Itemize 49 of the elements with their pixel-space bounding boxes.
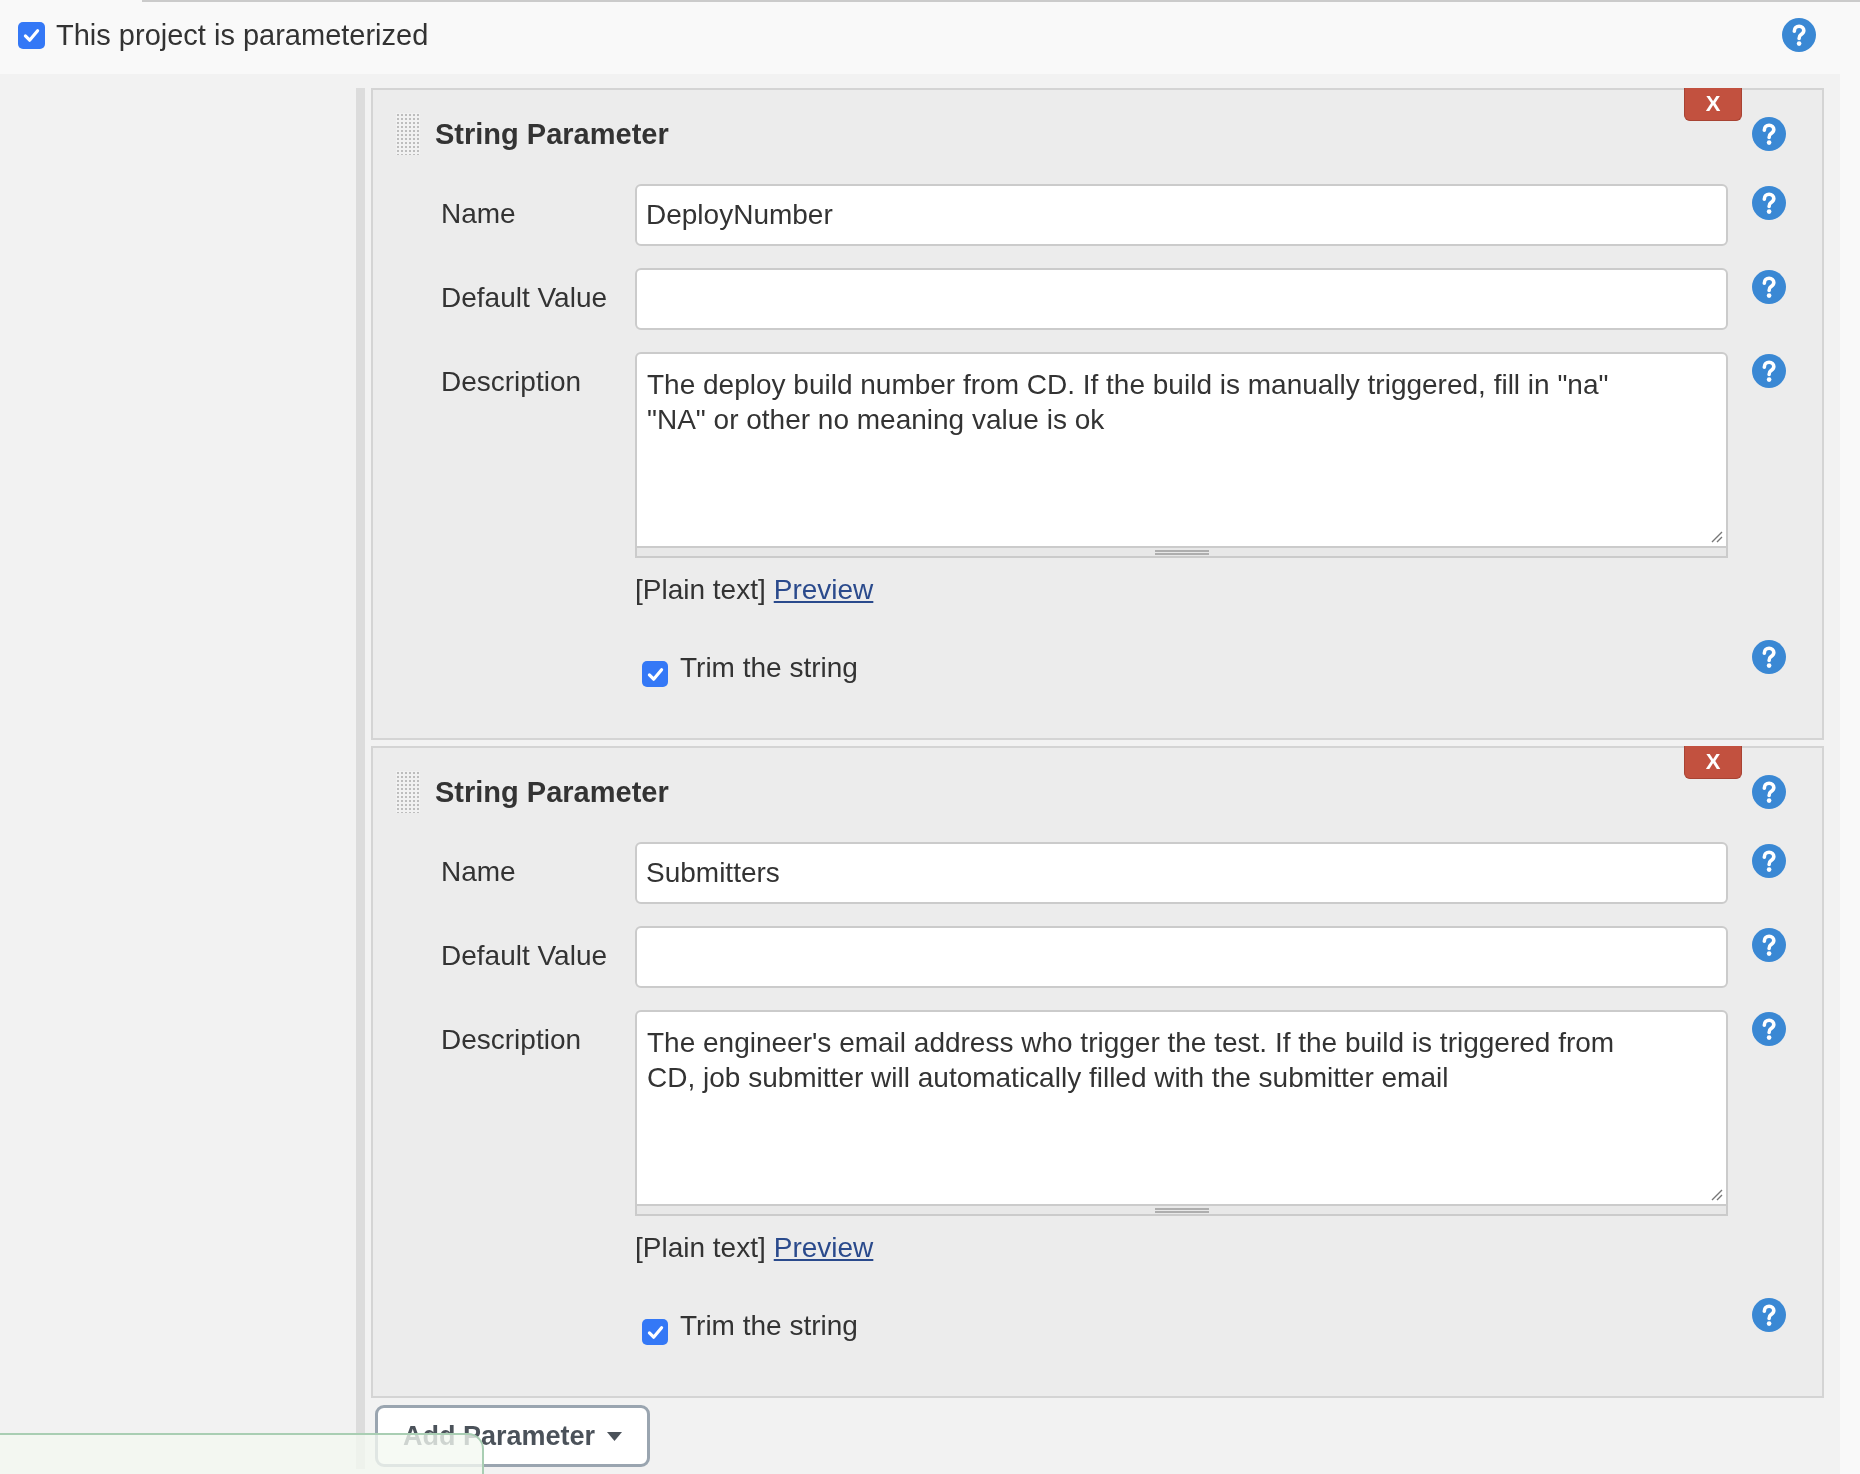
delete-button[interactable]: X	[1684, 88, 1742, 121]
help-icon[interactable]	[1752, 1298, 1786, 1332]
parameter-title: String Parameter	[435, 775, 669, 809]
help-icon[interactable]	[1752, 844, 1786, 878]
resize-corner-icon[interactable]	[1709, 1187, 1723, 1201]
caret-icon	[607, 1431, 623, 1441]
checkbox-label: Trim the string	[680, 651, 858, 685]
text-input[interactable]	[635, 268, 1728, 330]
text-area[interactable]: The deploy build number from CD. If the build is manually triggered, fill in "na" "NA" or other no meaning value is ok	[635, 352, 1728, 548]
help-icon[interactable]	[1752, 354, 1786, 388]
field-label: Description	[441, 365, 583, 399]
checkbox[interactable]	[642, 1319, 668, 1345]
field-label: Default Value	[441, 281, 609, 315]
resize-handle[interactable]	[635, 548, 1728, 558]
checkbox-label: This project is parameterized	[56, 18, 429, 52]
delete-button[interactable]: X	[1684, 746, 1742, 779]
drag-handle-icon[interactable]	[396, 113, 420, 155]
checkmark-icon	[23, 27, 40, 43]
help-icon[interactable]	[1752, 928, 1786, 962]
field-label: Description	[441, 1023, 583, 1057]
preview-link[interactable]: Preview	[773, 574, 874, 605]
text-input[interactable]: Submitters	[635, 842, 1728, 904]
parameter-title: String Parameter	[435, 117, 669, 151]
checkmark-icon	[646, 666, 664, 682]
format-label: [Plain text]	[635, 574, 766, 605]
checkbox[interactable]	[18, 21, 45, 49]
help-icon[interactable]	[1752, 117, 1786, 151]
checkbox-label: Trim the string	[680, 1309, 858, 1343]
preview-link[interactable]: Preview	[773, 1232, 874, 1263]
text-input[interactable]	[635, 926, 1728, 988]
resize-corner-icon[interactable]	[1709, 529, 1723, 543]
help-icon[interactable]	[1752, 186, 1786, 220]
help-icon[interactable]	[1782, 18, 1816, 52]
text-input[interactable]: DeployNumber	[635, 184, 1728, 246]
field-label: Default Value	[441, 939, 609, 973]
help-icon[interactable]	[1752, 1012, 1786, 1046]
field-label: Name	[441, 855, 517, 889]
drag-handle-icon[interactable]	[396, 771, 420, 813]
checkbox[interactable]	[642, 661, 668, 687]
text-area[interactable]: The engineer's email address who trigger the test. If the build is triggered from CD, job submitter will automatically filled with the submitter email	[635, 1010, 1728, 1206]
grip-icon	[1154, 549, 1209, 555]
help-icon[interactable]	[1752, 640, 1786, 674]
format-label: [Plain text]	[635, 1232, 766, 1263]
checkmark-icon	[646, 1324, 664, 1340]
help-icon[interactable]	[1752, 775, 1786, 809]
field-label: Name	[441, 197, 517, 231]
help-icon[interactable]	[1752, 270, 1786, 304]
grip-icon	[1154, 1207, 1209, 1213]
resize-handle[interactable]	[635, 1206, 1728, 1216]
